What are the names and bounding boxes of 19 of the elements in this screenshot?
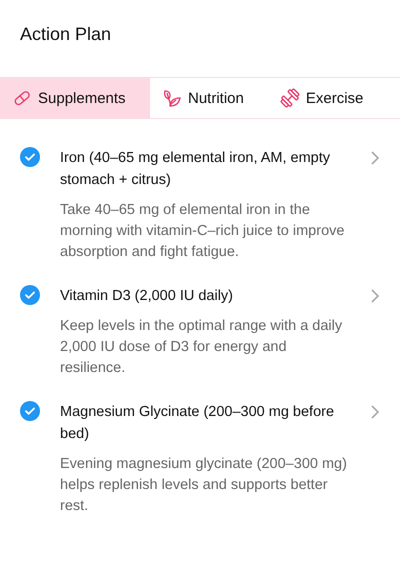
item-description: Take 40–65 mg of elemental iron in the morning with vitamin-C–rich juice to improve absorption and fight fatigue. (60, 201, 346, 262)
tab[interactable]: Supplements (0, 78, 150, 118)
chevron-right-icon[interactable] (370, 151, 380, 165)
item-title: Iron (40–65 mg elemental iron, AM, empty stomach + citrus) (60, 149, 331, 190)
tab[interactable]: Exercise (268, 78, 388, 118)
leaf-icon (162, 88, 182, 108)
item-title: Magnesium Glycinate (200–300 mg before bed) (60, 403, 336, 444)
page-title: Action Plan (19, 23, 112, 46)
checkbox[interactable] (20, 285, 40, 305)
checkbox[interactable] (20, 401, 40, 421)
checkbox[interactable] (20, 147, 40, 167)
item-description: Keep levels in the optimal range with a daily 2,000 IU dose of D3 for energy and resilience. (60, 317, 344, 378)
tab[interactable]: Nutrition (150, 78, 268, 118)
item-title: Vitamin D3 (2,000 IU daily) (60, 287, 234, 306)
item-description: Evening magnesium glycinate (200–300 mg) helps replenish levels and supports better rest. (60, 455, 348, 516)
chevron-right-icon[interactable] (370, 289, 380, 303)
chevron-right-icon[interactable] (370, 405, 380, 419)
pill-icon (12, 88, 32, 108)
dumbbell-icon (280, 88, 300, 108)
